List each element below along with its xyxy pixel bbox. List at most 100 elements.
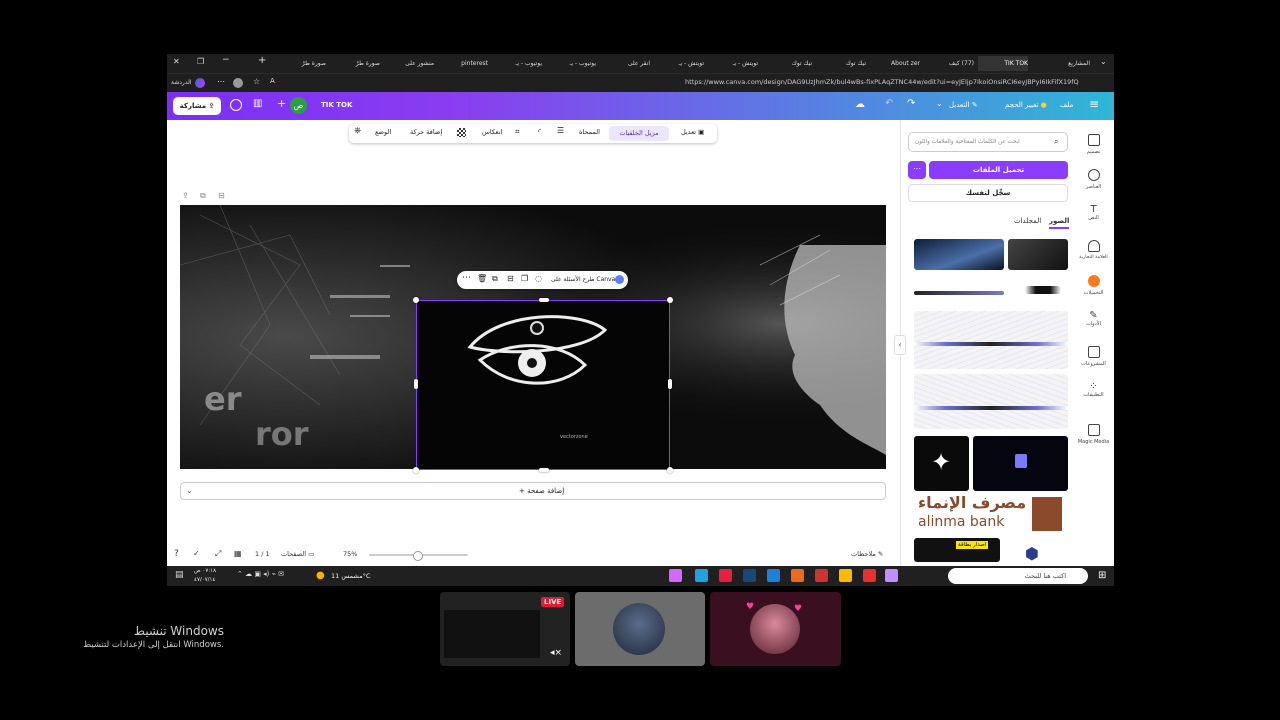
style-icon[interactable]: ⎈ bbox=[354, 126, 361, 136]
browser-tab[interactable]: About zer bbox=[870, 56, 920, 71]
selection-box[interactable] bbox=[413, 297, 673, 473]
tab-list-chevron-icon[interactable]: ⌄ bbox=[1100, 57, 1107, 66]
rail-item-design[interactable]: تصميم bbox=[1073, 134, 1114, 155]
insights-icon[interactable]: ▥ bbox=[253, 98, 262, 109]
resize-handle[interactable] bbox=[667, 297, 673, 303]
upload-files-button[interactable]: تحميل الملفات bbox=[929, 161, 1068, 179]
taskbar-app-icon[interactable] bbox=[669, 569, 682, 582]
corner-rounding-icon[interactable]: ◜ bbox=[538, 127, 541, 136]
taskbar-app-icon[interactable] bbox=[863, 569, 876, 582]
upload-options-button[interactable]: ⋯ bbox=[908, 161, 926, 179]
copy-icon[interactable]: ❐ bbox=[521, 274, 528, 283]
more-options-icon[interactable]: ⋯ bbox=[462, 273, 471, 283]
participant-camera[interactable] bbox=[575, 592, 705, 666]
upload-thumbnail[interactable] bbox=[914, 374, 1068, 429]
file-menu[interactable]: ملف bbox=[1060, 101, 1073, 109]
rail-item-elements[interactable]: العناصر bbox=[1073, 169, 1114, 190]
eraser-button[interactable]: الممحاة bbox=[579, 128, 600, 136]
browser-tab[interactable]: صورة طرْ bbox=[276, 56, 326, 71]
clock-time[interactable]: ٠٧:١٨ ص bbox=[194, 568, 216, 574]
resize-handle[interactable] bbox=[539, 298, 549, 302]
resize-handle[interactable] bbox=[413, 297, 419, 303]
lock-page-icon[interactable]: ⊟ bbox=[218, 191, 225, 200]
resize-handle[interactable] bbox=[413, 467, 419, 473]
share-page-icon[interactable]: ⇪ bbox=[182, 191, 189, 200]
start-icon[interactable]: ⊞ bbox=[1098, 570, 1106, 581]
rail-item-projects[interactable]: المشروعات bbox=[1073, 346, 1114, 367]
redo-icon[interactable]: ↷ bbox=[907, 98, 915, 109]
bg-remover-button[interactable]: مزيل الخلفيات bbox=[609, 126, 669, 141]
upload-thumbnail[interactable]: اصدار بطاقة bbox=[914, 538, 1000, 562]
browser-tab-active[interactable]: TIK TOK bbox=[978, 56, 1028, 71]
animate-button[interactable]: إضافة حركة bbox=[410, 128, 442, 136]
browser-tab[interactable]: تويتش - يـ bbox=[708, 56, 758, 71]
ask-canva-button[interactable]: طرح الأسئلة على Canva bbox=[551, 276, 615, 283]
cloud-save-icon[interactable]: ☁ bbox=[855, 99, 865, 110]
flip-button[interactable]: انعكاس bbox=[482, 128, 502, 136]
participant-camera[interactable]: ♥ ♥ bbox=[710, 592, 841, 666]
rail-item-brand[interactable]: العلامة التجارية bbox=[1073, 240, 1114, 260]
taskbar-app-icon[interactable] bbox=[815, 569, 828, 582]
help-icon[interactable]: ? bbox=[174, 549, 179, 559]
taskbar-app-icon[interactable] bbox=[885, 569, 898, 582]
upload-thumbnail[interactable]: ⬢ bbox=[1022, 544, 1046, 562]
record-yourself-button[interactable]: سجِّل لنفسك bbox=[908, 184, 1068, 202]
design-title[interactable]: TIK TOK bbox=[321, 101, 352, 109]
upload-thumbnail[interactable]: ✦ bbox=[914, 436, 969, 491]
edit-mode-button[interactable]: التعديل ✎ bbox=[949, 101, 978, 109]
upload-thumbnail-alinma[interactable]: مصرف الإنماء alinma bank bbox=[914, 495, 1068, 535]
favorites-icon[interactable]: ☆ bbox=[253, 77, 260, 86]
taskbar-search[interactable]: اكتب هنا للبحث bbox=[948, 568, 1088, 584]
window-close-icon[interactable]: ✕ bbox=[173, 57, 180, 66]
rail-item-uploads[interactable]: التحميلات bbox=[1073, 275, 1114, 296]
rail-item-tools[interactable]: ✎ الأدوات bbox=[1073, 310, 1114, 327]
tab-folders[interactable]: المجلدات bbox=[1014, 217, 1041, 225]
more-icon[interactable]: ⋯ bbox=[217, 77, 225, 86]
resize-handle[interactable] bbox=[414, 379, 418, 389]
delete-icon[interactable]: 🗑 bbox=[477, 274, 487, 283]
menu-icon[interactable]: ≡ bbox=[1089, 97, 1099, 111]
taskbar-app-icon[interactable] bbox=[743, 569, 756, 582]
mute-icon[interactable]: ◂× bbox=[550, 648, 562, 658]
grid-view-icon[interactable]: ▦ bbox=[234, 549, 242, 558]
canva-assistant-icon[interactable] bbox=[615, 275, 624, 284]
notification-icon[interactable]: ▤ bbox=[175, 570, 184, 580]
browser-tab[interactable]: تيك توك bbox=[762, 56, 812, 71]
notes-button[interactable]: ملاحظات ✎ bbox=[851, 550, 883, 558]
upload-thumbnail[interactable] bbox=[1025, 286, 1061, 294]
tray-icons[interactable]: ⌃ ☁ ▣ ◂) ⌁ ✉ bbox=[237, 570, 284, 578]
browser-tab[interactable]: يوتيوب - يـ bbox=[492, 56, 542, 71]
upload-thumbnail[interactable] bbox=[1008, 239, 1068, 270]
resize-button[interactable]: تغيير الحجم ● bbox=[1005, 101, 1047, 109]
duplicate-page-icon[interactable]: ⧉ bbox=[200, 191, 206, 201]
resize-handle[interactable] bbox=[539, 468, 549, 472]
chat-label[interactable]: الدردشة bbox=[171, 79, 191, 86]
search-input[interactable]: ⌕ ابحث عن الكلمات المفتاحية والعلامات وا… bbox=[908, 132, 1068, 152]
fullscreen-icon[interactable]: ⤢ bbox=[215, 549, 221, 559]
taskbar-app-icon[interactable] bbox=[791, 569, 804, 582]
rail-item-apps[interactable]: ⁘ التطبيقات bbox=[1073, 381, 1114, 398]
browser-tab[interactable]: يوتيوب - يـ bbox=[546, 56, 596, 71]
weather-text[interactable]: مشمس 11°C bbox=[331, 572, 370, 580]
taskbar-app-icon[interactable] bbox=[839, 569, 852, 582]
browser-tab[interactable]: صورة طرْ bbox=[330, 56, 380, 71]
add-collaborator-icon[interactable]: + bbox=[277, 97, 286, 110]
url-field[interactable]: https://www.canva.com/design/DAG9UzJhmZk… bbox=[685, 78, 1079, 86]
browser-tab[interactable]: (77) كيف bbox=[924, 56, 974, 71]
lock-icon[interactable]: ⊟ bbox=[507, 274, 514, 283]
browser-tab[interactable]: المشاريع bbox=[1032, 56, 1090, 71]
tab-images[interactable]: الصور bbox=[1049, 217, 1070, 229]
window-minimize-icon[interactable]: − bbox=[222, 55, 230, 65]
crop-icon[interactable]: ⌗ bbox=[515, 127, 520, 137]
rail-item-magic-media[interactable]: Magic Media bbox=[1073, 424, 1114, 445]
browser-tab[interactable]: تيك توك bbox=[816, 56, 866, 71]
add-page-bar[interactable]: ⌄ + إضافة صفحة bbox=[180, 482, 886, 500]
copilot-icon[interactable] bbox=[195, 78, 205, 88]
taskbar-app-icon[interactable] bbox=[695, 569, 708, 582]
comment-icon[interactable]: ◌ bbox=[535, 274, 542, 283]
border-style-icon[interactable]: ☰ bbox=[557, 126, 564, 135]
upload-thumbnail[interactable] bbox=[914, 239, 1004, 270]
browser-tab[interactable]: انقر على bbox=[600, 56, 650, 71]
collapse-panel-icon[interactable]: ‹ bbox=[894, 335, 906, 355]
profile-icon[interactable] bbox=[233, 78, 243, 88]
